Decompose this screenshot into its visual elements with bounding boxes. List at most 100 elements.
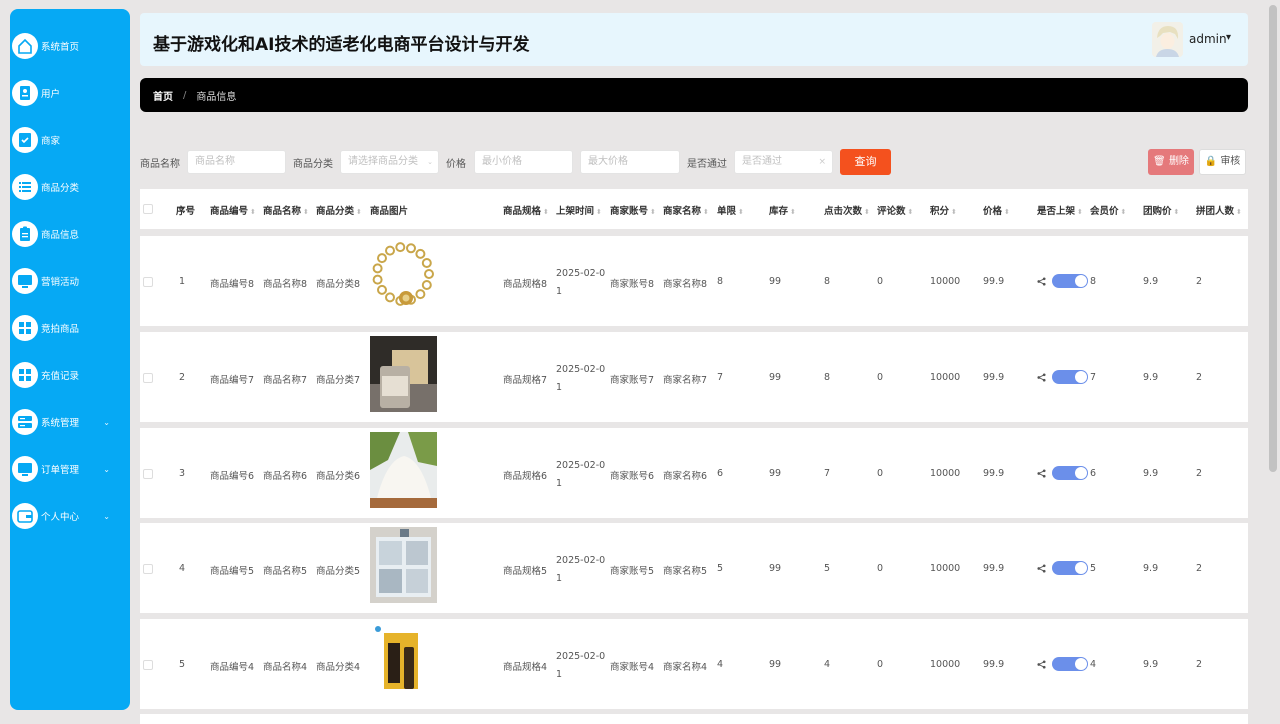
row-checkbox[interactable]: [143, 469, 153, 479]
sort-icon[interactable]: ⬍: [864, 208, 870, 216]
cell-product-name: 商品名称8: [263, 279, 308, 290]
sort-icon[interactable]: ⬍: [1077, 208, 1083, 216]
product-image[interactable]: [370, 336, 437, 412]
product-image[interactable]: [370, 240, 437, 316]
cell-clicks: 4: [824, 659, 831, 670]
sidebar-item-2[interactable]: 用户: [12, 73, 120, 113]
column-header[interactable]: 点击次数 ⬍: [824, 203, 870, 217]
column-header[interactable]: 积分 ⬍: [930, 203, 957, 217]
listed-toggle[interactable]: [1052, 561, 1088, 575]
share-icon[interactable]: [1037, 660, 1046, 672]
column-header[interactable]: 商家名称 ⬍: [663, 203, 709, 217]
lock-icon: 🔒: [1204, 156, 1218, 167]
cell-listing-time: 2025-02-01: [556, 555, 606, 584]
breadcrumb-home[interactable]: 首页: [153, 88, 173, 103]
product-image[interactable]: [370, 623, 437, 699]
share-icon[interactable]: [1037, 373, 1046, 385]
listed-toggle[interactable]: [1052, 274, 1088, 288]
sidebar-item-3[interactable]: 商家: [12, 120, 120, 160]
max-price-input[interactable]: 最大价格: [580, 150, 680, 174]
scrollbar[interactable]: [1269, 5, 1277, 472]
sidebar-item-label: 用户: [41, 89, 61, 100]
share-icon[interactable]: [1037, 564, 1046, 576]
sort-icon[interactable]: ⬍: [703, 208, 709, 216]
share-icon[interactable]: [1037, 469, 1046, 481]
sort-icon[interactable]: ⬍: [1174, 208, 1180, 216]
delete-button[interactable]: 🗑 删除: [1148, 149, 1194, 175]
sidebar-item-11[interactable]: 个人中心 ⌄: [12, 496, 120, 536]
column-header[interactable]: 团购价 ⬍: [1143, 203, 1179, 217]
sort-icon[interactable]: ⬍: [951, 208, 957, 216]
column-header[interactable]: 商品名称 ⬍: [263, 203, 309, 217]
column-header-label: 商品图片: [370, 206, 409, 217]
sidebar-item-8[interactable]: 充值记录: [12, 355, 120, 395]
sidebar-item-7[interactable]: 竞拍商品: [12, 308, 120, 348]
audit-button[interactable]: 🔒 审核: [1199, 149, 1246, 175]
sort-icon[interactable]: ⬍: [790, 208, 796, 216]
sort-icon[interactable]: ⬍: [250, 208, 256, 216]
sidebar-item-9[interactable]: 系统管理 ⌄: [12, 402, 120, 442]
product-image[interactable]: [370, 432, 437, 508]
sidebar-item-label: 竞拍商品: [41, 324, 80, 335]
column-header[interactable]: 库存 ⬍: [769, 203, 796, 217]
search-button[interactable]: 查询: [840, 149, 891, 175]
product-name-input[interactable]: 商品名称: [187, 150, 286, 174]
min-price-input[interactable]: 最小价格: [474, 150, 573, 174]
row-checkbox[interactable]: [143, 564, 153, 574]
sidebar-item-6[interactable]: 营销活动: [12, 261, 120, 301]
sidebar-item-5[interactable]: 商品信息: [12, 214, 120, 254]
sort-icon[interactable]: ⬍: [1121, 208, 1127, 216]
share-icon[interactable]: [1037, 277, 1046, 289]
cell-member-price: 6: [1090, 468, 1097, 479]
column-header[interactable]: 拼团人数 ⬍: [1196, 203, 1242, 217]
column-header[interactable]: 商品分类 ⬍: [316, 203, 362, 217]
column-header[interactable]: 评论数 ⬍: [877, 203, 913, 217]
sort-icon[interactable]: ⬍: [650, 208, 656, 216]
caret-down-icon[interactable]: ▾: [1226, 32, 1231, 43]
sidebar-item-4[interactable]: 商品分类: [12, 167, 120, 207]
sidebar-item-10[interactable]: 订单管理 ⌄: [12, 449, 120, 489]
column-header[interactable]: 是否上架 ⬍: [1037, 203, 1083, 217]
admin-username[interactable]: admin: [1189, 32, 1227, 46]
sort-icon[interactable]: ⬍: [543, 208, 549, 216]
trash-icon: 🗑: [1153, 156, 1166, 167]
column-header[interactable]: 商品规格 ⬍: [503, 203, 549, 217]
cell-points: 10000: [930, 372, 961, 383]
cell-merchant-account: 商家账号4: [610, 662, 655, 673]
sort-icon[interactable]: ⬍: [1004, 208, 1010, 216]
column-header-label: 团购价: [1143, 206, 1172, 217]
sort-icon[interactable]: ⬍: [356, 208, 362, 216]
header-checkbox[interactable]: [143, 204, 153, 214]
column-header[interactable]: 商家账号 ⬍: [610, 203, 656, 217]
sort-icon[interactable]: ⬍: [1236, 208, 1242, 216]
cell-product-code: 商品编号5: [210, 566, 255, 577]
category-select[interactable]: 请选择商品分类 ⌄: [340, 150, 439, 174]
sort-icon[interactable]: ⬍: [738, 208, 744, 216]
listed-toggle[interactable]: [1052, 657, 1088, 671]
column-header[interactable]: 单限 ⬍: [717, 203, 744, 217]
listed-toggle[interactable]: [1052, 370, 1088, 384]
listed-toggle[interactable]: [1052, 466, 1088, 480]
product-image[interactable]: [370, 527, 437, 603]
cell-member-price: 4: [1090, 659, 1097, 670]
passed-select[interactable]: 是否通过 ×: [734, 150, 833, 174]
column-header[interactable]: 价格 ⬍: [983, 203, 1010, 217]
sort-icon[interactable]: ⬍: [303, 208, 309, 216]
column-header[interactable]: 会员价 ⬍: [1090, 203, 1126, 217]
cell-serial: 1: [179, 276, 186, 287]
breadcrumb-current: 商品信息: [196, 91, 237, 103]
cell-stock: 99: [769, 468, 782, 479]
sidebar-item-1[interactable]: 系统首页: [12, 26, 120, 66]
sidebar-item-label: 充值记录: [41, 371, 80, 382]
site-title: 基于游戏化和AI技术的适老化电商平台设计与开发: [153, 35, 530, 55]
cell-category: 商品分类7: [316, 375, 361, 386]
column-header[interactable]: 商品编号 ⬍: [210, 203, 256, 217]
avatar[interactable]: [1152, 22, 1183, 57]
row-checkbox[interactable]: [143, 660, 153, 670]
column-header[interactable]: 上架时间 ⬍: [556, 203, 602, 217]
column-header[interactable]: 序号: [176, 203, 195, 217]
sort-icon[interactable]: ⬍: [908, 208, 914, 216]
row-checkbox[interactable]: [143, 373, 153, 383]
sort-icon[interactable]: ⬍: [596, 208, 602, 216]
row-checkbox[interactable]: [143, 277, 153, 287]
